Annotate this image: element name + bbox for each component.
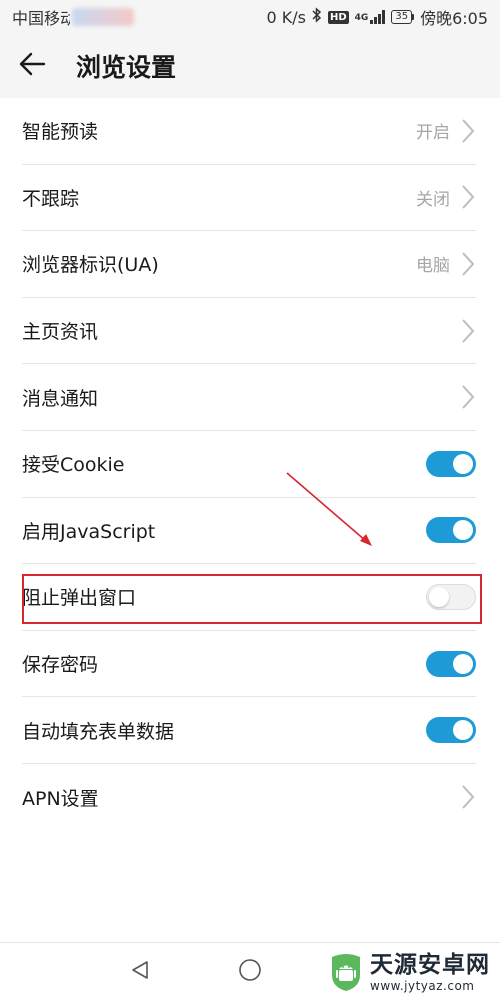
setting-label: 启用JavaScript — [22, 520, 156, 543]
setting-label: 自动填充表单数据 — [22, 720, 175, 743]
setting-label: 保存密码 — [22, 654, 99, 677]
watermark-url: www.jytyaz.com — [370, 979, 475, 993]
toggle-knob — [453, 520, 473, 541]
setting-do-not-track[interactable]: 不跟踪 关闭 — [22, 165, 476, 232]
setting-label: 智能预读 — [22, 121, 99, 144]
triangle-back-icon — [129, 959, 151, 985]
site-watermark: 天源安卓网 www.jytyaz.com — [328, 948, 490, 998]
carrier-label: 中国移动 — [12, 9, 70, 28]
setting-accept-cookie[interactable]: 接受Cookie — [22, 431, 476, 498]
watermark-title: 天源安卓网 — [370, 952, 490, 978]
battery-level: 35 — [391, 10, 413, 24]
blurred-region — [72, 8, 134, 26]
settings-list: 智能预读 开启 不跟踪 关闭 浏览器标识(UA) 电脑 主页资讯 消息通知 接受… — [0, 98, 500, 831]
setting-value: 电脑 — [416, 256, 450, 277]
battery-icon: 35 — [391, 10, 415, 24]
chevron-right-icon — [460, 784, 476, 810]
nav-home-button[interactable] — [235, 957, 265, 987]
page-title: 浏览设置 — [76, 53, 177, 82]
app-header: 浏览设置 — [0, 34, 500, 98]
chevron-right-icon — [460, 184, 476, 210]
setting-user-agent[interactable]: 浏览器标识(UA) 电脑 — [22, 231, 476, 298]
hd-badge-icon: HD — [328, 10, 349, 24]
setting-value: 关闭 — [416, 189, 450, 210]
chevron-right-icon — [460, 251, 476, 277]
setting-value: 开启 — [416, 123, 450, 144]
setting-label: 接受Cookie — [22, 454, 125, 477]
toggle-knob — [453, 653, 473, 674]
setting-label: 主页资讯 — [22, 321, 99, 344]
status-left: 中国移动 — [12, 5, 134, 29]
cookie-toggle[interactable] — [426, 450, 476, 477]
setting-homepage-news[interactable]: 主页资讯 — [22, 298, 476, 365]
network-speed: 0 K/s — [266, 7, 306, 27]
chevron-right-icon — [460, 318, 476, 344]
javascript-toggle[interactable] — [426, 517, 476, 544]
nav-back-button[interactable] — [125, 957, 155, 987]
arrow-left-icon — [17, 49, 47, 83]
setting-save-password[interactable]: 保存密码 — [22, 631, 476, 698]
setting-label: 浏览器标识(UA) — [22, 254, 159, 277]
save-password-toggle[interactable] — [426, 650, 476, 677]
chevron-right-icon — [460, 384, 476, 410]
toggle-knob — [429, 586, 449, 607]
bluetooth-icon — [312, 7, 322, 27]
network-type: 4G — [354, 13, 369, 23]
chevron-right-icon — [460, 118, 476, 144]
setting-label: 阻止弹出窗口 — [22, 587, 137, 610]
toggle-knob — [453, 453, 473, 474]
status-right: 0 K/s HD 4G 35 傍晚6:05 — [267, 5, 488, 29]
back-button[interactable] — [0, 34, 64, 98]
setting-notifications[interactable]: 消息通知 — [22, 364, 476, 431]
clock: 傍晚6:05 — [420, 9, 488, 28]
setting-apn[interactable]: APN设置 — [22, 764, 476, 831]
status-bar: 中国移动 0 K/s HD 4G 35 傍晚6:05 — [0, 0, 500, 34]
autofill-toggle[interactable] — [426, 717, 476, 744]
setting-label: APN设置 — [22, 787, 99, 810]
setting-label: 不跟踪 — [22, 187, 80, 210]
setting-autofill-forms[interactable]: 自动填充表单数据 — [22, 697, 476, 764]
block-popups-toggle[interactable] — [426, 583, 476, 610]
setting-enable-javascript[interactable]: 启用JavaScript — [22, 498, 476, 565]
toggle-knob — [453, 720, 473, 741]
signal-icon — [370, 10, 386, 24]
setting-smart-preload[interactable]: 智能预读 开启 — [22, 98, 476, 165]
setting-block-popups[interactable]: 阻止弹出窗口 — [22, 564, 476, 631]
android-logo-icon — [328, 953, 364, 993]
circle-home-icon — [238, 958, 262, 986]
setting-label: 消息通知 — [22, 387, 99, 410]
